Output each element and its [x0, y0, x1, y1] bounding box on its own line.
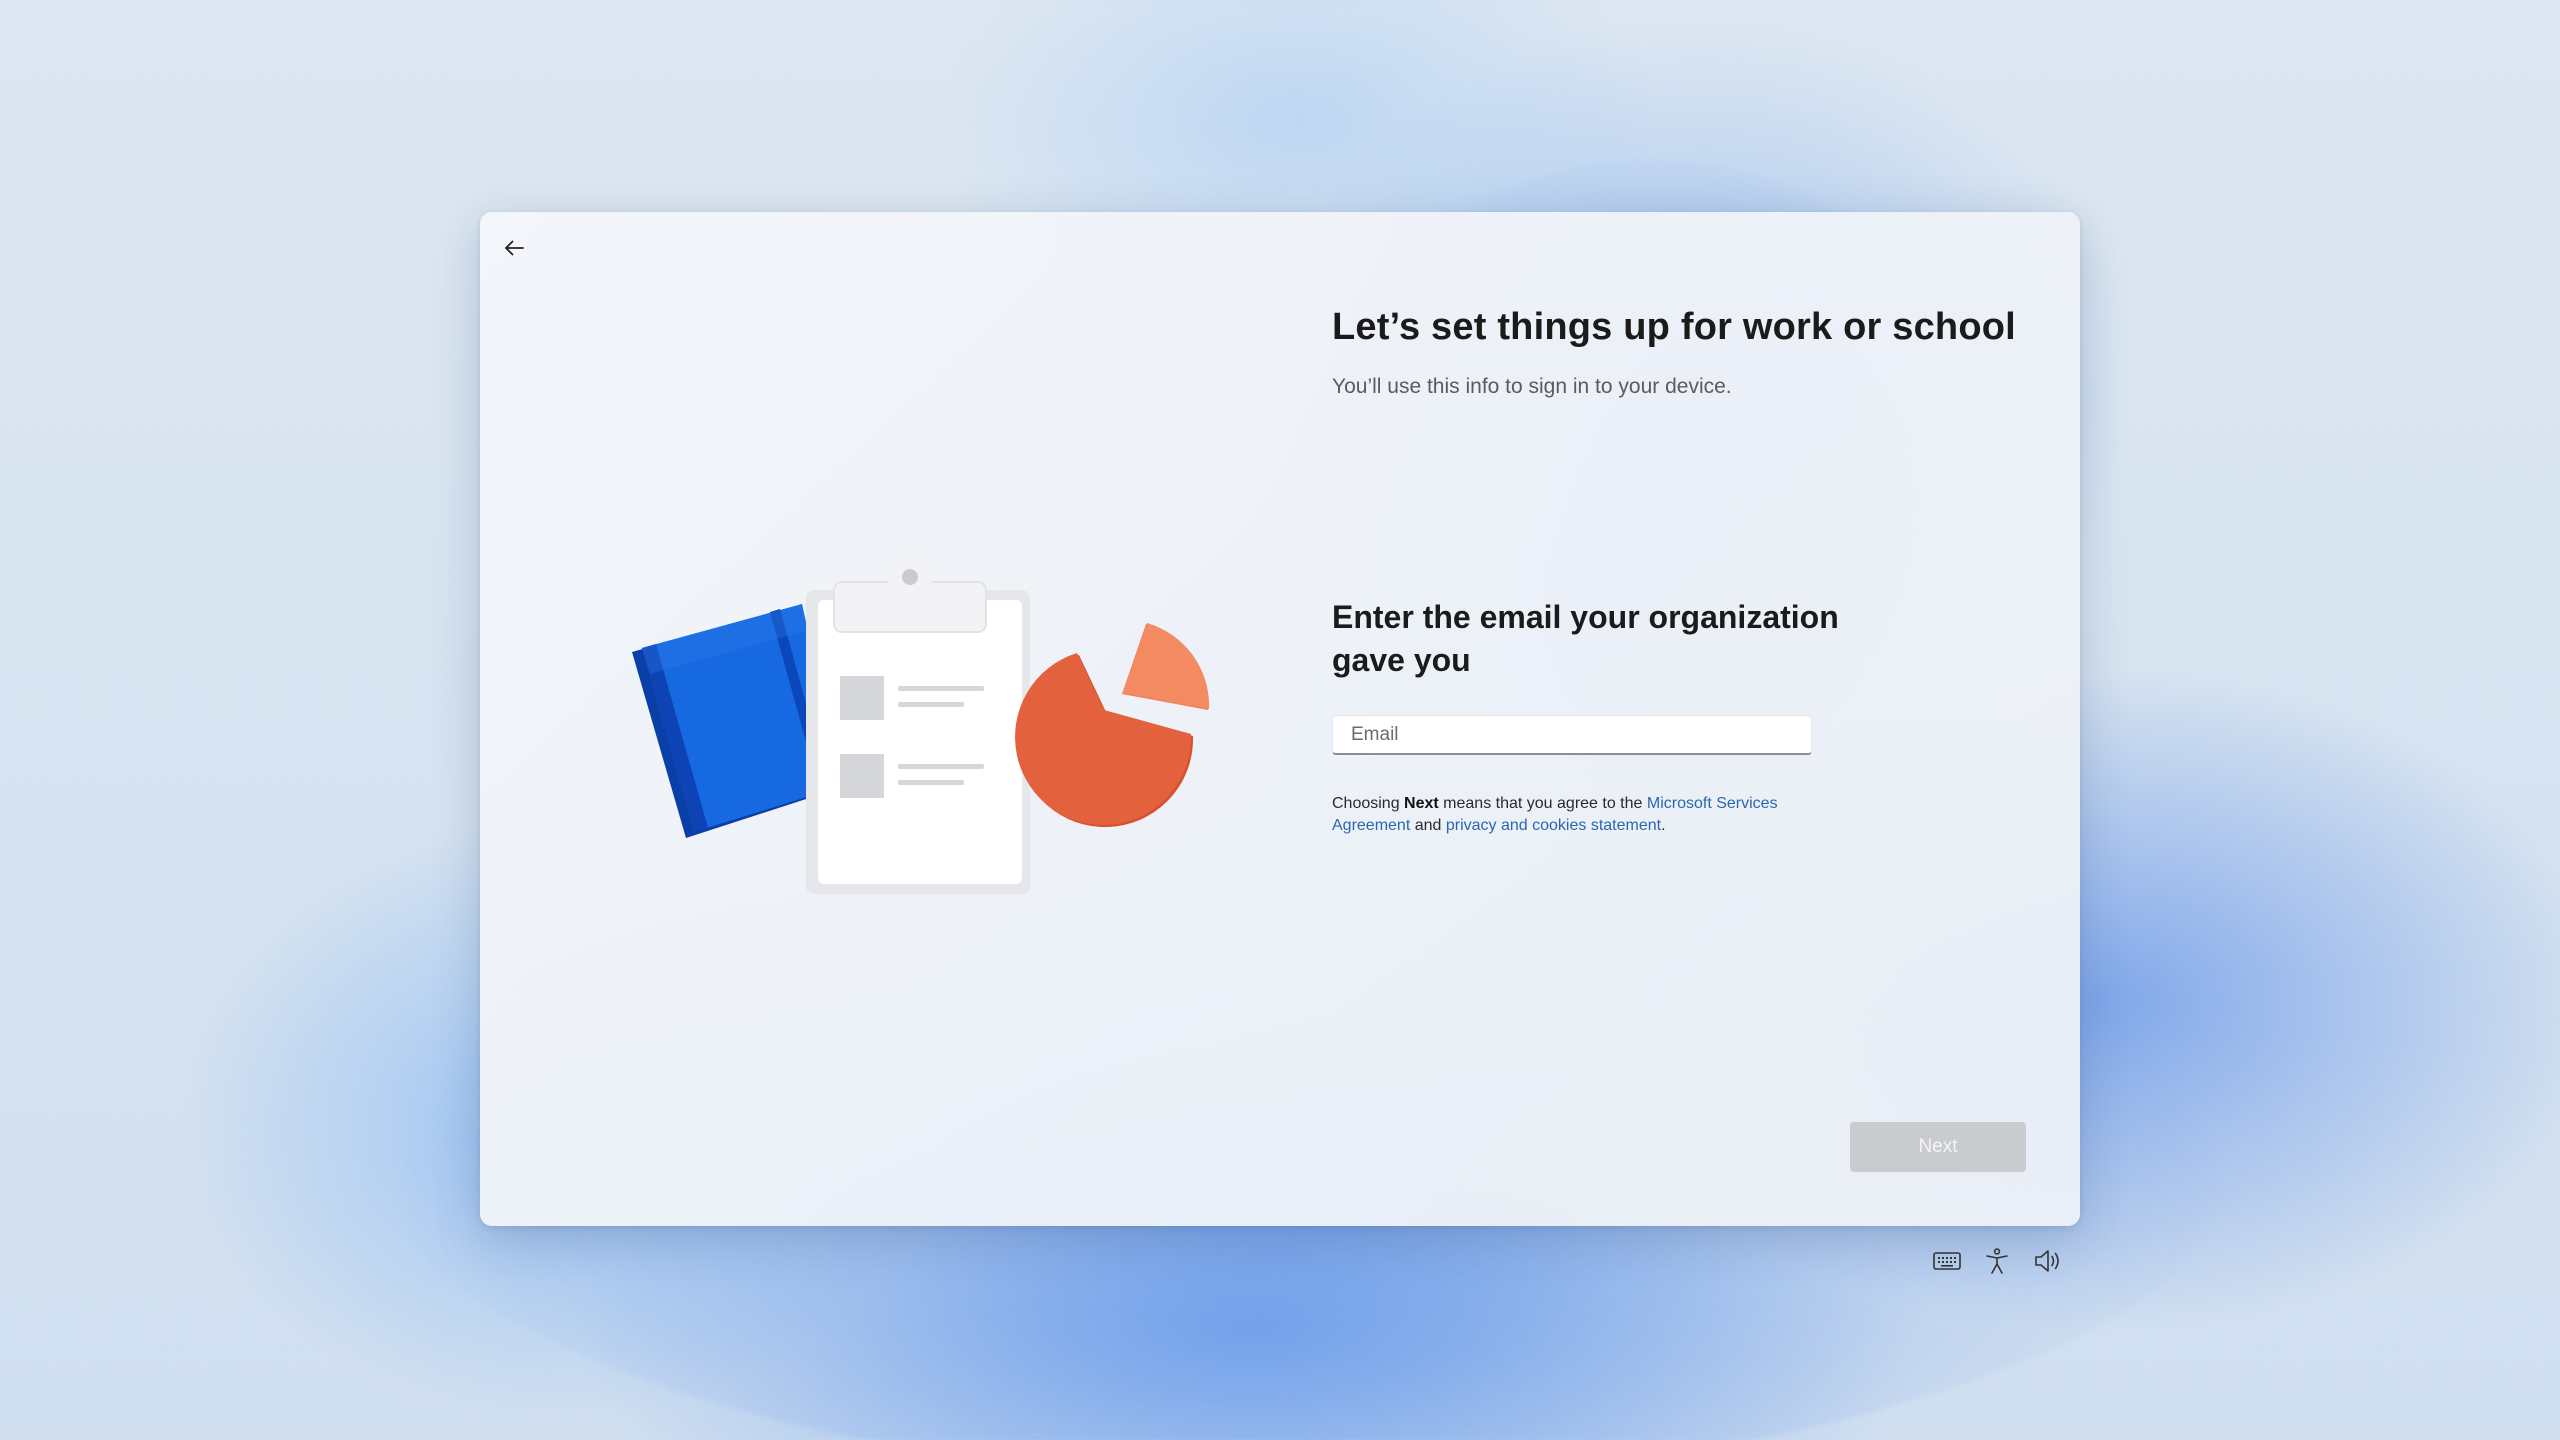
privacy-statement-link[interactable]: privacy and cookies statement	[1446, 817, 1661, 834]
accessibility-button[interactable]	[1980, 1244, 2014, 1278]
arrow-left-icon	[505, 240, 524, 256]
work-school-illustration	[632, 554, 1210, 894]
content-panel: Let’s set things up for work or school Y…	[1332, 302, 2032, 402]
keyboard-icon	[1933, 1252, 1961, 1270]
page-title: Let’s set things up for work or school	[1332, 306, 2016, 348]
clipboard-icon	[806, 554, 1030, 894]
legal-bold-next: Next	[1404, 795, 1439, 812]
email-field[interactable]	[1332, 715, 1812, 755]
volume-button[interactable]	[2030, 1244, 2064, 1278]
page-subtitle: You’ll use this info to sign in to your …	[1332, 375, 1732, 398]
system-tray	[1930, 1244, 2064, 1278]
legal-notice: Choosing Next means that you agree to th…	[1332, 793, 1832, 837]
accessibility-icon	[1986, 1248, 2008, 1274]
legal-suffix: .	[1661, 817, 1666, 834]
legal-middle: means that you agree to the	[1438, 795, 1647, 812]
next-button[interactable]: Next	[1850, 1122, 2026, 1172]
volume-icon	[2035, 1250, 2059, 1272]
legal-and: and	[1410, 817, 1446, 834]
email-section-heading: Enter the email your organization gave y…	[1332, 599, 1839, 678]
pie-chart-icon	[1015, 623, 1210, 828]
legal-prefix: Choosing	[1332, 795, 1405, 812]
back-button[interactable]	[492, 226, 536, 270]
keyboard-button[interactable]	[1930, 1244, 1964, 1278]
oobe-window: Let’s set things up for work or school Y…	[480, 212, 2080, 1226]
